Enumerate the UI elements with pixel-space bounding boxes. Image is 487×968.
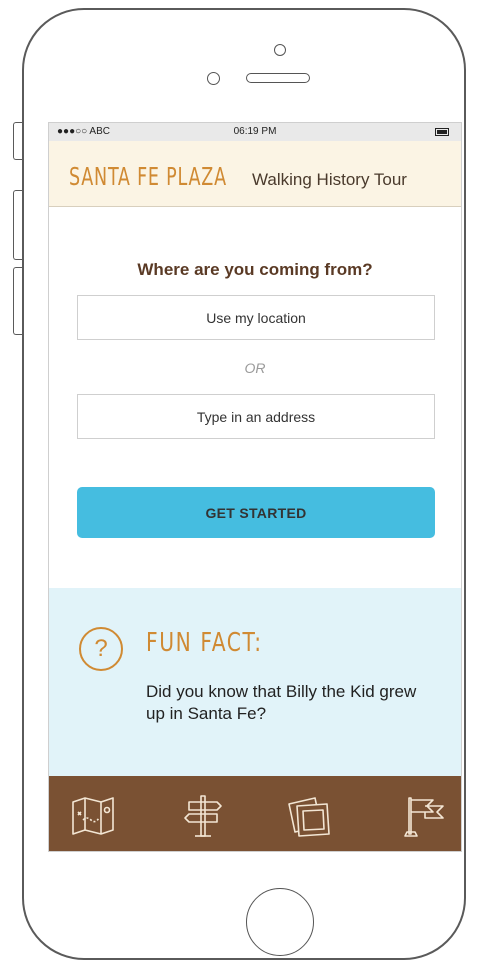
tab-bar (49, 776, 461, 851)
app-header: SANTA FE PLAZA Walking History Tour (49, 141, 461, 207)
status-bar: ●●●○○ ABC 06:19 PM (49, 123, 461, 141)
map-icon[interactable] (69, 792, 117, 840)
origin-question: Where are you coming from? (137, 260, 373, 279)
mute-switch[interactable] (13, 122, 22, 160)
speaker-grille (246, 73, 310, 83)
get-started-label: GET STARTED (205, 504, 307, 521)
camera-icon (274, 44, 286, 56)
use-location-button[interactable]: Use my location (77, 295, 435, 340)
fun-fact-title: FUN FACT: (146, 628, 263, 658)
battery-icon (435, 128, 449, 136)
app-title: SANTA FE PLAZA (69, 162, 227, 191)
sensor-icon (207, 72, 220, 85)
photos-icon[interactable] (285, 792, 333, 840)
flag-icon[interactable] (399, 792, 447, 840)
question-mark-icon: ? (79, 627, 123, 671)
or-divider: OR (244, 360, 266, 376)
home-button[interactable] (246, 888, 314, 956)
app-subtitle: Walking History Tour (252, 170, 407, 189)
signpost-icon[interactable] (179, 792, 227, 840)
volume-up-button[interactable] (13, 190, 22, 260)
address-input[interactable]: Type in an address (77, 394, 435, 439)
address-input-label: Type in an address (196, 408, 316, 425)
status-time: 06:19 PM (233, 126, 277, 137)
volume-down-button[interactable] (13, 267, 22, 335)
fun-fact-panel: ? FUN FACT: Did you know that Billy the … (49, 588, 461, 776)
use-location-label: Use my location (206, 309, 306, 326)
fun-fact-text: Did you know that Billy the Kid grew up … (146, 682, 417, 723)
app-screen: ●●●○○ ABC 06:19 PM SANTA FE PLAZA Walkin… (48, 122, 462, 852)
get-started-button[interactable]: GET STARTED (77, 487, 435, 538)
